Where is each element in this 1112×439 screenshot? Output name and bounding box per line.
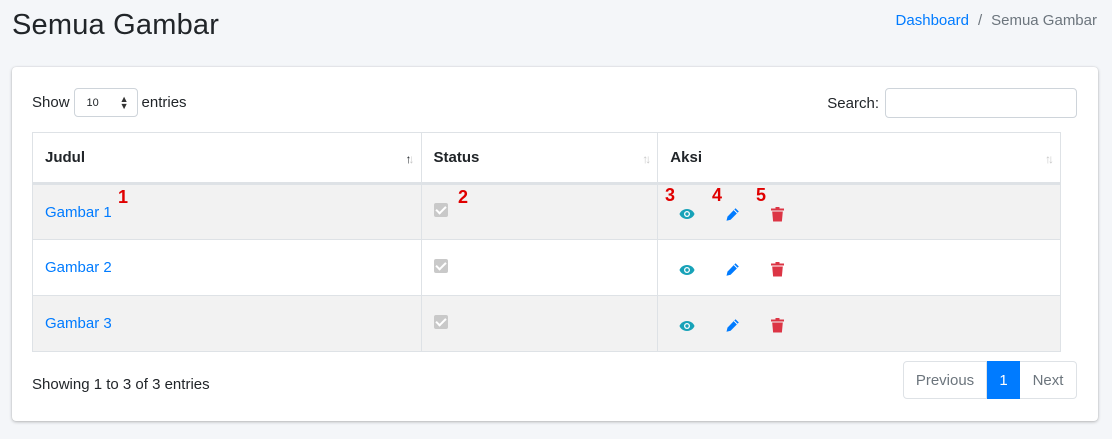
show-label: Show [32, 94, 70, 111]
entries-select-value: 10 [86, 96, 99, 109]
trash-icon [771, 318, 785, 333]
search-input[interactable] [885, 88, 1077, 118]
images-card: Show 10 ▲ ▼ entries Search: Judul ↑↓ Stat… [12, 67, 1098, 421]
image-title-link[interactable]: Gambar 2 [45, 259, 112, 276]
annotation-marker-3: 3 [665, 185, 676, 205]
annotation-marker-4: 4 [712, 185, 723, 205]
delete-button[interactable] [771, 203, 817, 225]
entries-length-control: Show 10 ▲ ▼ entries [32, 88, 187, 117]
sort-icon: ↑↓ [642, 152, 651, 166]
table-cell-title: Gambar 2 [32, 239, 422, 296]
table-cell-title: Gambar 3 [32, 295, 422, 352]
table-cell-actions [657, 295, 1061, 352]
pencil-icon [726, 319, 740, 332]
page-title: Semua Gambar [12, 9, 220, 41]
search-control: Search: [827, 88, 1077, 118]
pencil-icon [726, 263, 740, 276]
table-header-row: Judul ↑↓ Status ↑↓ Aksi ↑↓ [32, 132, 1061, 185]
entries-label: entries [141, 94, 187, 111]
entries-select[interactable]: 10 ▲ ▼ [73, 88, 138, 117]
view-button[interactable] [679, 259, 725, 281]
search-label: Search: [827, 94, 879, 112]
eye-icon [679, 264, 695, 275]
column-header-label: Judul [45, 149, 85, 166]
table-cell-status [420, 295, 659, 352]
select-caret-icon: ▲ ▼ [119, 94, 129, 111]
column-header-judul[interactable]: Judul ↑↓ [32, 132, 422, 185]
breadcrumb-current: Semua Gambar [991, 12, 1097, 29]
table-cell-status [420, 239, 659, 296]
table-cell-actions [657, 239, 1061, 296]
edit-button[interactable] [725, 315, 771, 337]
breadcrumb-separator: / [977, 12, 983, 29]
image-title-link[interactable]: Gambar 3 [45, 315, 112, 332]
view-button[interactable] [679, 203, 725, 225]
pagination: Previous 1 Next [903, 361, 1077, 399]
delete-button[interactable] [771, 315, 817, 337]
table-row: Gambar 3 [32, 295, 1061, 352]
sort-icon: ↑↓ [1045, 152, 1054, 166]
previous-page-button[interactable]: Previous [903, 361, 987, 399]
edit-button[interactable] [725, 203, 771, 225]
column-header-aksi[interactable]: Aksi ↑↓ [657, 132, 1061, 185]
annotation-marker-1: 1 [118, 187, 129, 207]
trash-icon [771, 262, 785, 277]
sort-asc-active-icon: ↑↓ [405, 152, 415, 166]
next-page-button[interactable]: Next [1020, 361, 1077, 399]
column-header-label: Status [433, 149, 480, 166]
status-checkbox[interactable] [433, 258, 448, 273]
eye-icon [679, 209, 695, 219]
view-button[interactable] [679, 315, 725, 337]
page-1-button[interactable]: 1 [987, 361, 1020, 399]
annotation-marker-2: 2 [458, 187, 469, 207]
delete-button[interactable] [771, 259, 817, 281]
table-row: Gambar 2 [32, 239, 1061, 296]
pencil-icon [726, 207, 740, 221]
column-header-label: Aksi [670, 149, 702, 166]
trash-icon [771, 206, 785, 221]
status-checkbox[interactable] [433, 203, 448, 217]
images-table: Judul ↑↓ Status ↑↓ Aksi ↑↓ Gambar 1 Gamb… [32, 132, 1061, 352]
eye-icon [679, 320, 695, 331]
table-cell-status [420, 183, 659, 240]
breadcrumb: Dashboard / Semua Gambar [896, 12, 1097, 29]
breadcrumb-dashboard-link[interactable]: Dashboard [896, 12, 969, 29]
column-header-status[interactable]: Status ↑↓ [420, 132, 659, 185]
annotation-marker-5: 5 [756, 185, 767, 205]
status-checkbox[interactable] [433, 314, 448, 329]
table-cell-title: Gambar 1 [32, 183, 422, 240]
image-title-link[interactable]: Gambar 1 [45, 204, 112, 221]
table-row: Gambar 1 [32, 183, 1061, 240]
table-info: Showing 1 to 3 of 3 entries [32, 376, 210, 393]
edit-button[interactable] [725, 259, 771, 281]
